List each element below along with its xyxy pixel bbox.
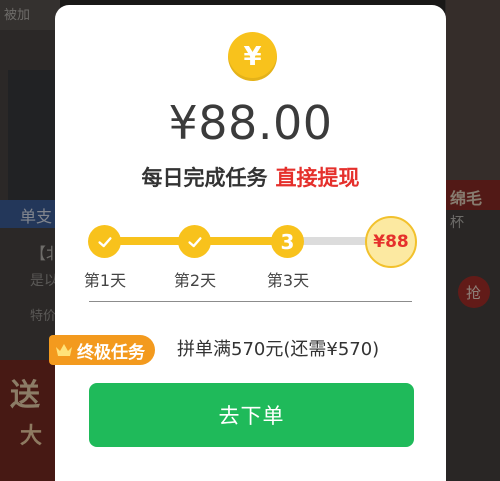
final-task-description: 拼单满570元(还需¥570) [177,339,380,360]
subtitle-highlight: 直接提现 [275,166,360,190]
place-order-button[interactable]: 去下单 [89,383,414,447]
reward-subtitle: 每日完成任务 直接提现 [55,163,446,193]
day-label: 第2天 [173,271,217,290]
reward-dialog: ¥ ¥88.00 每日完成任务 直接提现 3 ¥88 第1天 第2天 第3天 终极… [49,5,446,481]
check-icon [97,236,112,247]
subtitle-main: 每日完成任务 [141,166,268,190]
step-1-check-icon [88,225,121,258]
day-label: 第1天 [83,271,127,290]
step-3-current: 3 [271,225,304,258]
crown-icon [56,344,72,356]
reward-amount: ¥88.00 [168,96,333,150]
check-icon [187,236,202,247]
day-label: 第3天 [266,271,310,290]
final-task-badge: 终极任务 [49,335,155,365]
yen-coin-icon: ¥ [228,32,277,81]
final-reward-label: ¥88 [373,232,409,252]
step-3-number: 3 [280,229,295,254]
final-reward-badge: ¥88 [365,216,417,268]
divider [89,301,412,302]
step-2-check-icon [178,225,211,258]
coin-symbol: ¥ [243,41,262,72]
place-order-label: 去下单 [218,404,285,428]
final-task-badge-label: 终极任务 [77,342,145,363]
